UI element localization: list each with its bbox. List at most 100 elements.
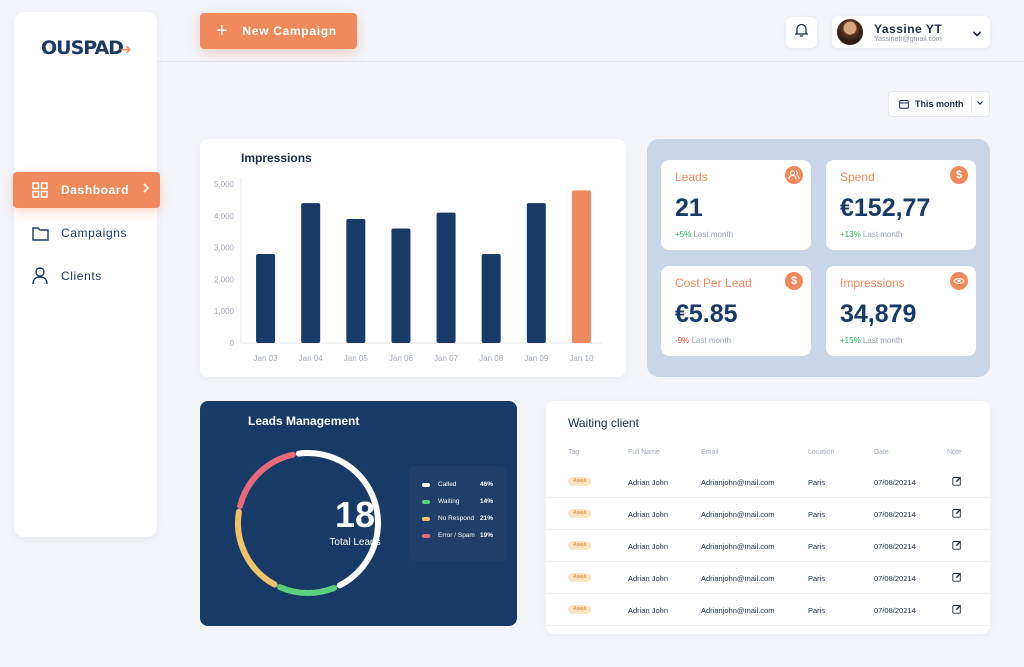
stat-value: 34,879: [840, 300, 917, 328]
y-tick-label: 0: [230, 339, 235, 348]
new-campaign-button[interactable]: + New Campaign: [200, 13, 357, 49]
legend-item: No Respond 21%: [409, 514, 507, 531]
plus-icon: +: [216, 20, 229, 42]
table-row[interactable]: Await Adrian John Adrianjohn@mail.com Paris…: [546, 530, 990, 562]
stat-delta: +13%: [840, 230, 861, 239]
sidebar-item-clients[interactable]: Clients: [13, 258, 160, 294]
stat-period: Last month: [862, 230, 903, 239]
y-tick-label: 1,000: [214, 307, 235, 316]
legend-value: 14%: [480, 498, 494, 505]
bar-jan-04[interactable]: [301, 203, 321, 343]
sidebar-item-dashboard[interactable]: Dashboard: [13, 172, 160, 208]
stat-card-spend: Spend $ €152,77 +13% Last month: [826, 160, 976, 250]
column-header-tag: Tag: [568, 449, 580, 456]
leads-management-card: Leads Management 18 Total Leads Called 4…: [200, 401, 517, 626]
chevron-down-icon: [976, 99, 984, 109]
edit-note-icon[interactable]: [952, 476, 962, 488]
new-campaign-label: New Campaign: [242, 24, 337, 38]
bar-jan-10[interactable]: [571, 190, 591, 343]
stat-footer: +15% Last month: [840, 336, 903, 345]
column-header-location: Location: [808, 449, 835, 456]
client-email: Adrianjohn@mail.com: [701, 542, 775, 551]
client-location: Paris: [808, 478, 826, 487]
avatar: [837, 19, 863, 45]
table-row[interactable]: Await Adrian John Adrianjohn@mail.com Paris…: [546, 562, 990, 594]
client-email: Adrianjohn@mail.com: [701, 478, 775, 487]
x-tick-label: Jan 10: [569, 354, 594, 363]
grid-icon: [31, 181, 49, 199]
x-tick-label: Jan 07: [434, 354, 459, 363]
dollar-icon: $: [950, 166, 968, 184]
client-email: Adrianjohn@mail.com: [701, 606, 775, 615]
y-tick-label: 5,000: [214, 180, 235, 189]
legend-label: Waiting: [438, 498, 460, 505]
client-location: Paris: [808, 606, 826, 615]
client-location: Paris: [808, 574, 826, 583]
bar-jan-06[interactable]: [391, 228, 411, 343]
x-tick-label: Jan 04: [299, 354, 324, 363]
stat-period: Last month: [862, 336, 903, 345]
edit-note-icon[interactable]: [952, 572, 962, 584]
total-leads-label: Total Leads: [329, 537, 381, 548]
legend-swatch: [422, 500, 430, 504]
edit-note-icon[interactable]: [952, 540, 962, 552]
edit-note-icon[interactable]: [952, 508, 962, 520]
stat-period: Last month: [691, 336, 732, 345]
legend-swatch: [422, 483, 430, 487]
folder-icon: [31, 224, 49, 242]
client-name: Adrian John: [628, 542, 669, 551]
calendar-icon: [899, 99, 909, 109]
status-badge: Await: [568, 509, 592, 518]
notifications-button[interactable]: [786, 17, 817, 48]
stat-label: Spend: [840, 170, 875, 184]
table-row[interactable]: Await Adrian John Adrianjohn@mail.com Paris…: [546, 466, 990, 498]
legend-swatch: [422, 517, 430, 521]
users-icon: [785, 166, 803, 184]
legend-value: 19%: [480, 532, 494, 539]
stat-value: €152,77: [840, 194, 931, 222]
bar-jan-05[interactable]: [346, 218, 366, 343]
bar-jan-03[interactable]: [256, 253, 276, 343]
user-icon: [31, 267, 49, 285]
donut-segment-waiting: [277, 584, 338, 596]
status-badge: Await: [568, 541, 592, 550]
sidebar-item-label: Campaigns: [61, 226, 128, 240]
date-filter-dropdown[interactable]: This month: [888, 91, 990, 117]
bar-jan-07[interactable]: [436, 212, 456, 343]
stat-delta: +5%: [675, 230, 692, 239]
stat-label: Cost Per Lead: [675, 276, 752, 290]
stat-footer: -9% Last month: [675, 336, 731, 345]
legend-item: Waiting 14%: [409, 497, 507, 514]
status-badge: Await: [568, 477, 592, 486]
dollar-icon: $: [785, 272, 803, 290]
impressions-bar-chart: 5,000 4,000 3,000 2,000 1,000 0 Jan 03 Jan 04 Ja…: [214, 178, 602, 363]
bar-jan-08[interactable]: [481, 253, 501, 343]
user-profile-menu[interactable]: Yassine YT Yassinetr@gmail.com: [832, 16, 990, 48]
chevron-right-icon: [142, 182, 150, 197]
y-tick-label: 2,000: [214, 275, 235, 284]
bar-jan-09[interactable]: [526, 203, 546, 343]
header-divider: [157, 61, 1024, 62]
client-date: 07/08/20214: [874, 510, 916, 519]
date-filter-label: This month: [915, 99, 964, 109]
edit-note-icon[interactable]: [952, 604, 962, 616]
client-name: Adrian John: [628, 478, 669, 487]
table-row[interactable]: Await Adrian John Adrianjohn@mail.com Paris…: [546, 594, 990, 626]
column-header-name: Full Name: [628, 449, 660, 456]
status-badge: Await: [568, 573, 592, 582]
user-name: Yassine YT: [874, 22, 943, 36]
stat-delta: +15%: [840, 336, 861, 345]
column-header-email: Email: [701, 449, 719, 456]
legend-label: No Respond: [438, 515, 475, 522]
client-date: 07/08/20214: [874, 574, 916, 583]
table-row[interactable]: Await Adrian John Adrianjohn@mail.com Paris…: [546, 498, 990, 530]
column-header-date: Date: [874, 449, 889, 456]
sidebar-item-campaigns[interactable]: Campaigns: [13, 215, 160, 251]
sidebar-item-label: Clients: [61, 269, 102, 283]
total-leads-value: 18: [334, 494, 376, 535]
sidebar-item-label: Dashboard: [61, 183, 130, 197]
stat-delta: -9%: [675, 336, 690, 345]
client-location: Paris: [808, 510, 826, 519]
client-email: Adrianjohn@mail.com: [701, 574, 775, 583]
leads-title: Leads Management: [248, 414, 360, 428]
